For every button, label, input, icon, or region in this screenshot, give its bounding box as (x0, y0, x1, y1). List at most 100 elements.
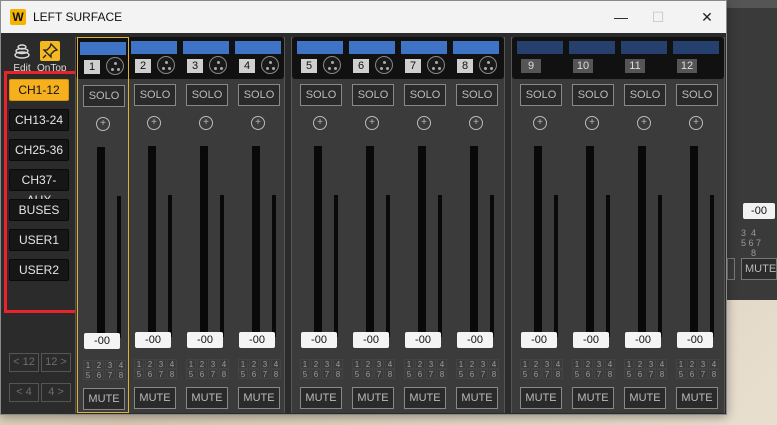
mute-button[interactable]: MUTE (83, 388, 125, 410)
bank-button-ch37-aux[interactable]: CH37-AUX (9, 169, 69, 207)
solo-button[interactable]: SOLO (520, 84, 562, 106)
bus-assign-7[interactable]: 7 (646, 369, 656, 379)
mute-button[interactable]: MUTE (404, 387, 446, 409)
bus-assign-6[interactable]: 6 (531, 369, 541, 379)
mute-button[interactable]: MUTE (624, 387, 666, 409)
channel-name-bar[interactable] (235, 41, 281, 54)
bus-assign-7[interactable]: 7 (322, 369, 332, 379)
bus-assign-8[interactable]: 8 (271, 369, 281, 379)
mute-button[interactable]: MUTE (676, 387, 718, 409)
bus-assign-2[interactable]: 2 (311, 359, 321, 369)
bus-assign-1[interactable]: 1 (676, 359, 686, 369)
bus-assign-2[interactable]: 2 (415, 359, 425, 369)
bus-assign-4[interactable]: 4 (167, 359, 177, 369)
channel-strip-6[interactable]: 6 SOLO + -00 1 2 3 4 5 6 7 8 MUTE (347, 37, 399, 413)
pan-knob-icon[interactable]: + (199, 116, 213, 130)
pan-knob-icon[interactable]: + (533, 116, 547, 130)
bus-assign-2[interactable]: 2 (635, 359, 645, 369)
bus-assign-2[interactable]: 2 (145, 359, 155, 369)
bus-assign-1[interactable]: 1 (572, 359, 582, 369)
bus-assign-3[interactable]: 3 (698, 359, 708, 369)
bank-button-ch13-24[interactable]: CH13-24 (9, 109, 69, 131)
bank-button-user1[interactable]: USER1 (9, 229, 69, 251)
bus-assign-5[interactable]: 5 (238, 369, 248, 379)
mute-button[interactable]: MUTE (238, 387, 280, 409)
mute-button[interactable]: MUTE (300, 387, 342, 409)
prev-12-button[interactable]: < 12 (9, 353, 39, 372)
solo-button[interactable]: SOLO (676, 84, 718, 106)
solo-button[interactable]: SOLO (572, 84, 614, 106)
fader-value[interactable]: -00 (135, 332, 171, 348)
bus-assign-2[interactable]: 2 (197, 359, 207, 369)
bus-assign-4[interactable]: 4 (437, 359, 447, 369)
prev-4-button[interactable]: < 4 (9, 383, 39, 402)
next-12-button[interactable]: 12 > (41, 353, 71, 372)
fader-value[interactable]: -00 (625, 332, 661, 348)
bus-assign-2[interactable]: 2 (687, 359, 697, 369)
bus-assign-6[interactable]: 6 (415, 369, 425, 379)
bus-assign-6[interactable]: 6 (311, 369, 321, 379)
fader-value[interactable]: -00 (239, 332, 275, 348)
channel-name-bar[interactable] (621, 41, 667, 54)
solo-button[interactable]: SOLO (186, 84, 228, 106)
pan-knob-icon[interactable]: + (251, 116, 265, 130)
channel-name-bar[interactable] (297, 41, 343, 54)
bus-assign-8[interactable]: 8 (437, 369, 447, 379)
bus-assign-3[interactable]: 3 (426, 359, 436, 369)
bus-assign-6[interactable]: 6 (197, 369, 207, 379)
pan-knob-icon[interactable]: + (96, 117, 110, 131)
channel-name-bar[interactable] (517, 41, 563, 54)
bank-button-ch1-12[interactable]: CH1-12 (9, 79, 69, 101)
bus-assign-3[interactable]: 3 (260, 359, 270, 369)
channel-strip-1[interactable]: 1 SOLO + -00 1 2 3 4 5 6 7 8 MUTE (77, 37, 129, 413)
bus-assign-4[interactable]: 4 (709, 359, 719, 369)
fader-value[interactable]: -00 (405, 332, 441, 348)
bus-assign-1[interactable]: 1 (83, 360, 93, 370)
bank-button-user2[interactable]: USER2 (9, 259, 69, 281)
mute-button[interactable]: MUTE (520, 387, 562, 409)
bus-assign-6[interactable]: 6 (249, 369, 259, 379)
fader-track[interactable] (148, 146, 156, 336)
bus-assign-4[interactable]: 4 (219, 359, 229, 369)
minimize-button[interactable]: — (603, 5, 639, 29)
fader-value[interactable]: -00 (84, 333, 120, 349)
pan-knob-icon[interactable]: + (365, 116, 379, 130)
bus-assign-1[interactable]: 1 (404, 359, 414, 369)
bus-assign-5[interactable]: 5 (404, 369, 414, 379)
pan-knob-icon[interactable]: + (417, 116, 431, 130)
channel-strip-2[interactable]: 2 SOLO + -00 1 2 3 4 5 6 7 8 MUTE (129, 37, 181, 413)
fader-track[interactable] (586, 146, 594, 336)
close-button[interactable]: ✕ (689, 5, 725, 29)
mute-button[interactable]: MUTE (572, 387, 614, 409)
channel-strip-9[interactable]: 9 SOLO + -00 1 2 3 4 5 6 7 8 MUTE (515, 37, 567, 413)
fader-track[interactable] (418, 146, 426, 336)
bus-assign-6[interactable]: 6 (94, 370, 104, 380)
fader-value[interactable]: -00 (573, 332, 609, 348)
bus-assign-8[interactable]: 8 (219, 369, 229, 379)
bus-assign-7[interactable]: 7 (594, 369, 604, 379)
bank-button-ch25-36[interactable]: CH25-36 (9, 139, 69, 161)
bus-assign-3[interactable]: 3 (478, 359, 488, 369)
fader-track[interactable] (200, 146, 208, 336)
bus-assign-5[interactable]: 5 (624, 369, 634, 379)
fader-value[interactable]: -00 (353, 332, 389, 348)
bus-assign-3[interactable]: 3 (594, 359, 604, 369)
bus-assign-1[interactable]: 1 (352, 359, 362, 369)
next-4-button[interactable]: 4 > (41, 383, 71, 402)
bus-assign-3[interactable]: 3 (322, 359, 332, 369)
bus-assign-8[interactable]: 8 (385, 369, 395, 379)
bus-assign-3[interactable]: 3 (208, 359, 218, 369)
channel-strip-5[interactable]: 5 SOLO + -00 1 2 3 4 5 6 7 8 MUTE (295, 37, 347, 413)
fader-track[interactable] (690, 146, 698, 336)
bus-assign-4[interactable]: 4 (116, 360, 126, 370)
bus-assign-8[interactable]: 8 (116, 370, 126, 380)
maximize-button[interactable]: ☐ (640, 5, 676, 29)
bus-assign-2[interactable]: 2 (249, 359, 259, 369)
mute-button[interactable]: MUTE (456, 387, 498, 409)
bus-assign-8[interactable]: 8 (553, 369, 563, 379)
channel-strip-4[interactable]: 4 SOLO + -00 1 2 3 4 5 6 7 8 MUTE (233, 37, 285, 413)
bus-assign-4[interactable]: 4 (657, 359, 667, 369)
pan-knob-icon[interactable]: + (585, 116, 599, 130)
fader-value[interactable]: -00 (301, 332, 337, 348)
channel-strip-10[interactable]: 10 SOLO + -00 1 2 3 4 5 6 7 8 MUTE (567, 37, 619, 413)
